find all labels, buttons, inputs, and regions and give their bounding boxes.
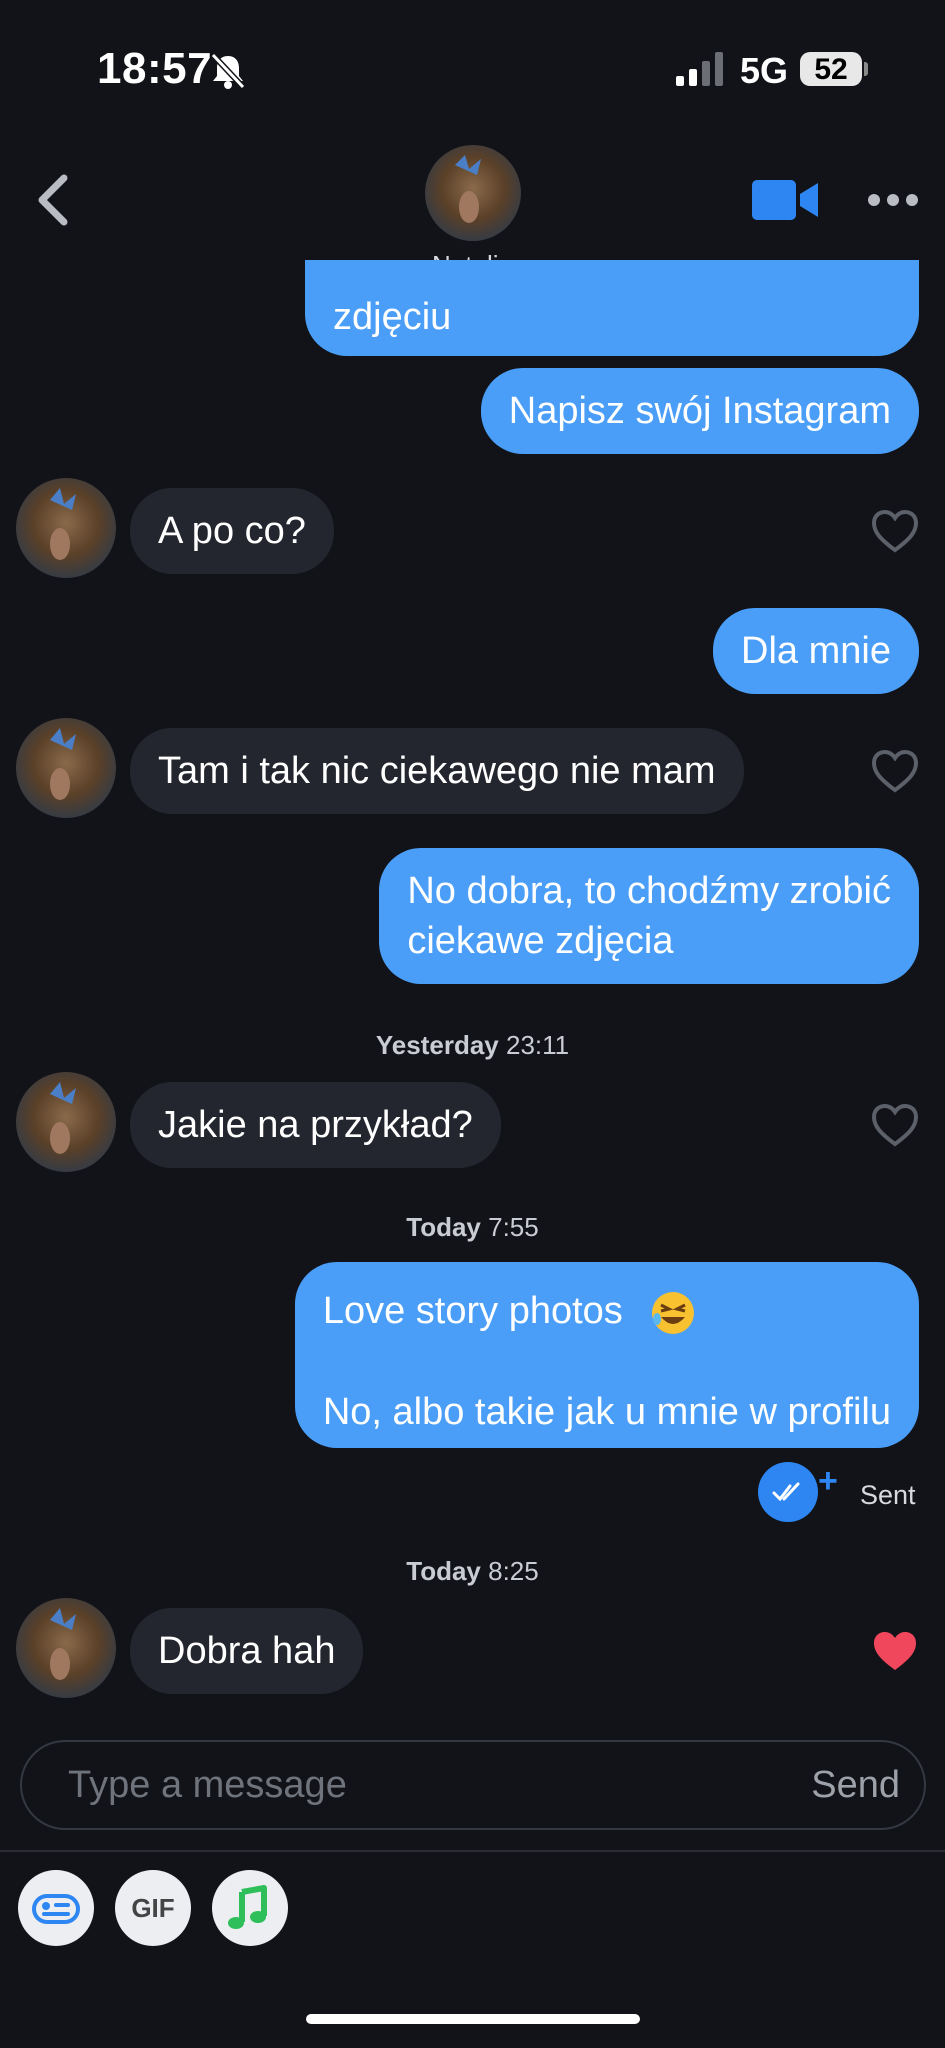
message-incoming[interactable]: Dobra hah xyxy=(130,1608,364,1694)
message-outgoing[interactable]: Dla mnie xyxy=(713,608,919,694)
message-outgoing[interactable]: Love story photos No, albo takie jak u m… xyxy=(294,1262,919,1448)
message-line: ciekawe zdjęcia xyxy=(407,920,674,962)
music-note-icon xyxy=(228,1885,267,1929)
timestamp: Today 8:25 xyxy=(0,1556,945,1587)
double-check-icon xyxy=(758,1462,818,1522)
heart-icon[interactable] xyxy=(870,748,920,794)
message-text: A po co? xyxy=(158,510,306,552)
battery-indicator: 52 xyxy=(800,52,862,86)
status-time: 18:57 xyxy=(97,44,213,93)
contact-avatar[interactable] xyxy=(16,1598,116,1698)
message-outgoing[interactable]: Napisz swój Instagram xyxy=(480,368,919,454)
bell-slash-icon xyxy=(210,52,246,90)
timestamp-time: 23:11 xyxy=(505,1030,570,1060)
timestamp: Yesterday 23:11 xyxy=(0,1030,945,1061)
sent-status: Sent xyxy=(860,1480,916,1510)
card-icon xyxy=(32,1894,80,1924)
message-input[interactable]: Type a message xyxy=(68,1764,347,1807)
signal-icon xyxy=(676,52,723,86)
message-text: zdjęciu xyxy=(333,296,452,338)
divider xyxy=(0,1850,945,1852)
heart-icon[interactable] xyxy=(870,1628,920,1674)
heart-icon[interactable] xyxy=(870,508,920,554)
message-text: Dla mnie xyxy=(741,630,891,672)
laugh-emoji-icon xyxy=(652,1291,695,1334)
back-chevron-icon[interactable] xyxy=(30,170,74,230)
message-line: Love story photos xyxy=(323,1286,891,1337)
timestamp: Today 7:55 xyxy=(0,1212,945,1243)
message-incoming[interactable]: Jakie na przykład? xyxy=(130,1082,501,1168)
super-like-plus[interactable]: + xyxy=(818,1462,838,1501)
message-incoming[interactable]: A po co? xyxy=(130,488,334,574)
home-indicator xyxy=(306,2014,640,2024)
message-text: Tam i tak nic ciekawego nie mam xyxy=(158,750,716,792)
message-outgoing[interactable]: No dobra, to chodźmy zrobić ciekawe zdję… xyxy=(379,848,919,984)
battery-cap xyxy=(864,62,868,76)
message-gap xyxy=(323,1337,891,1387)
music-button[interactable] xyxy=(212,1870,288,1946)
message-text: Dobra hah xyxy=(158,1630,336,1672)
message-line-text: Love story photos xyxy=(322,1290,623,1332)
timestamp-day: Today xyxy=(406,1556,481,1586)
message-line: No dobra, to chodźmy zrobić xyxy=(407,870,891,912)
timestamp-time: 7:55 xyxy=(488,1212,539,1242)
heart-icon[interactable] xyxy=(870,1102,920,1148)
message-line: No, albo takie jak u mnie w profilu xyxy=(322,1390,891,1433)
contact-avatar[interactable] xyxy=(16,1072,116,1172)
more-icon[interactable] xyxy=(866,190,920,210)
message-incoming[interactable]: Tam i tak nic ciekawego nie mam xyxy=(130,728,744,814)
message-text: Napisz swój Instagram xyxy=(508,390,891,432)
contact-avatar[interactable] xyxy=(16,478,116,578)
message-outgoing[interactable]: zdjęciu xyxy=(305,260,919,356)
gif-button[interactable]: GIF xyxy=(115,1870,191,1946)
message-text: Jakie na przykład? xyxy=(158,1104,473,1146)
card-button[interactable] xyxy=(18,1870,94,1946)
network-label: 5G xyxy=(740,50,789,91)
timestamp-day: Today xyxy=(406,1212,481,1242)
battery-level: 52 xyxy=(814,53,848,86)
send-button[interactable]: Send xyxy=(811,1764,900,1807)
message-composer[interactable]: Type a message Send xyxy=(20,1740,926,1830)
timestamp-time: 8:25 xyxy=(488,1556,539,1586)
header-avatar[interactable] xyxy=(425,145,521,241)
contact-avatar[interactable] xyxy=(16,718,116,818)
timestamp-day: Yesterday xyxy=(375,1030,499,1060)
video-call-icon[interactable] xyxy=(752,178,820,222)
